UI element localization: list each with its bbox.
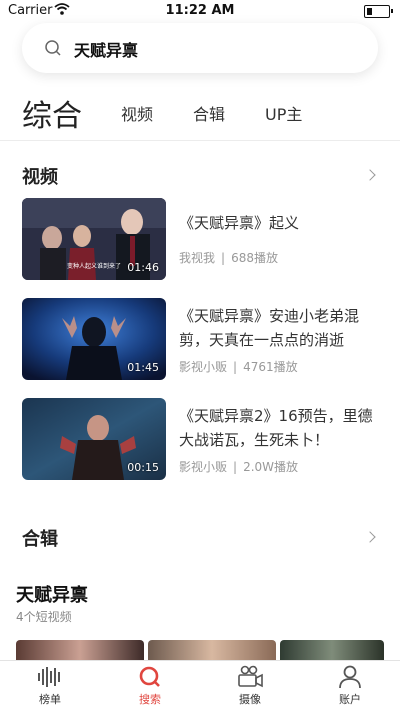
videos-section-title: 视频 (22, 167, 58, 188)
clock: 11:22 AM (165, 3, 235, 18)
video-title[interactable]: 《天赋异禀》安迪小老弟混剪，天真在一点点的消逝 (179, 304, 379, 352)
tab-videos[interactable]: 视频 (121, 101, 153, 125)
meta-separator: | (233, 460, 238, 474)
albums-more-chevron-icon[interactable] (364, 531, 376, 543)
video-thumbnail[interactable]: 00:15 (22, 398, 166, 480)
tab-albums[interactable]: 合辑 (193, 101, 225, 125)
search-bar[interactable]: 天赋异禀 (22, 23, 378, 73)
video-item[interactable]: 变种人起义谁到来了 01:46 《天赋异禀》起义 我视我 | 688播放 (22, 198, 378, 280)
user-icon (339, 665, 361, 689)
video-duration: 01:46 (127, 261, 159, 274)
result-tabs: 综合 视频 合辑 UP主 (0, 90, 400, 141)
video-item[interactable]: 01:45 《天赋异禀》安迪小老弟混剪，天真在一点点的消逝 影视小贩 | 4761播… (22, 298, 378, 380)
tab-bar-label: 榜单 (39, 693, 61, 706)
tab-bar-item-camera[interactable]: 摄像 (200, 661, 300, 713)
video-duration: 01:45 (127, 361, 159, 374)
video-thumbnail[interactable]: 01:45 (22, 298, 166, 380)
bottom-tab-bar: 榜单 搜索 摄像 账户 (0, 660, 400, 713)
video-meta: 影视小贩 | 4761播放 (179, 358, 298, 375)
video-duration: 00:15 (127, 461, 159, 474)
video-thumbnail[interactable]: 变种人起义谁到来了 01:46 (22, 198, 166, 280)
battery-icon (364, 5, 390, 18)
tab-bar-item-account[interactable]: 账户 (300, 661, 400, 713)
video-plays: 2.0W播放 (243, 460, 299, 474)
tab-bar-item-search[interactable]: 搜索 (100, 661, 200, 713)
video-author[interactable]: 影视小贩 (179, 360, 227, 374)
video-meta: 影视小贩 | 2.0W播放 (179, 458, 298, 475)
videos-more-chevron-icon[interactable] (364, 169, 376, 181)
tab-all[interactable]: 综合 (22, 91, 82, 135)
search-icon (139, 666, 160, 687)
video-author[interactable]: 影视小贩 (179, 460, 227, 474)
tab-bar-item-rankings[interactable]: 榜单 (0, 661, 100, 713)
video-meta: 我视我 | 688播放 (179, 249, 278, 266)
video-title[interactable]: 《天赋异禀》起义 (179, 211, 379, 235)
video-item[interactable]: 00:15 《天赋异禀2》16预告，里德大战诺瓦，生死未卜！ 影视小贩 | 2.0W… (22, 398, 378, 480)
battery-tip (391, 9, 393, 13)
search-input[interactable]: 天赋异禀 (74, 37, 138, 61)
tab-bar-label: 搜索 (139, 693, 161, 706)
tab-bar-label: 摄像 (239, 693, 261, 706)
chart-bars-icon (38, 667, 60, 687)
video-title[interactable]: 《天赋异禀2》16预告，里德大战诺瓦，生死未卜！ (179, 404, 379, 452)
albums-section-title: 合辑 (22, 529, 58, 550)
search-icon (45, 40, 61, 56)
album-count: 4个短视频 (16, 610, 72, 624)
video-plays: 688播放 (231, 251, 278, 265)
album-title[interactable]: 天赋异禀 (16, 581, 88, 607)
video-author[interactable]: 我视我 (179, 251, 215, 265)
video-plays: 4761播放 (243, 360, 298, 374)
tab-bar-label: 账户 (339, 693, 361, 706)
tab-uploaders[interactable]: UP主 (265, 101, 302, 125)
status-bar: Carrier 11:22 AM (0, 0, 400, 22)
meta-separator: | (221, 251, 226, 265)
meta-separator: | (233, 360, 238, 374)
video-camera-icon (238, 665, 263, 688)
